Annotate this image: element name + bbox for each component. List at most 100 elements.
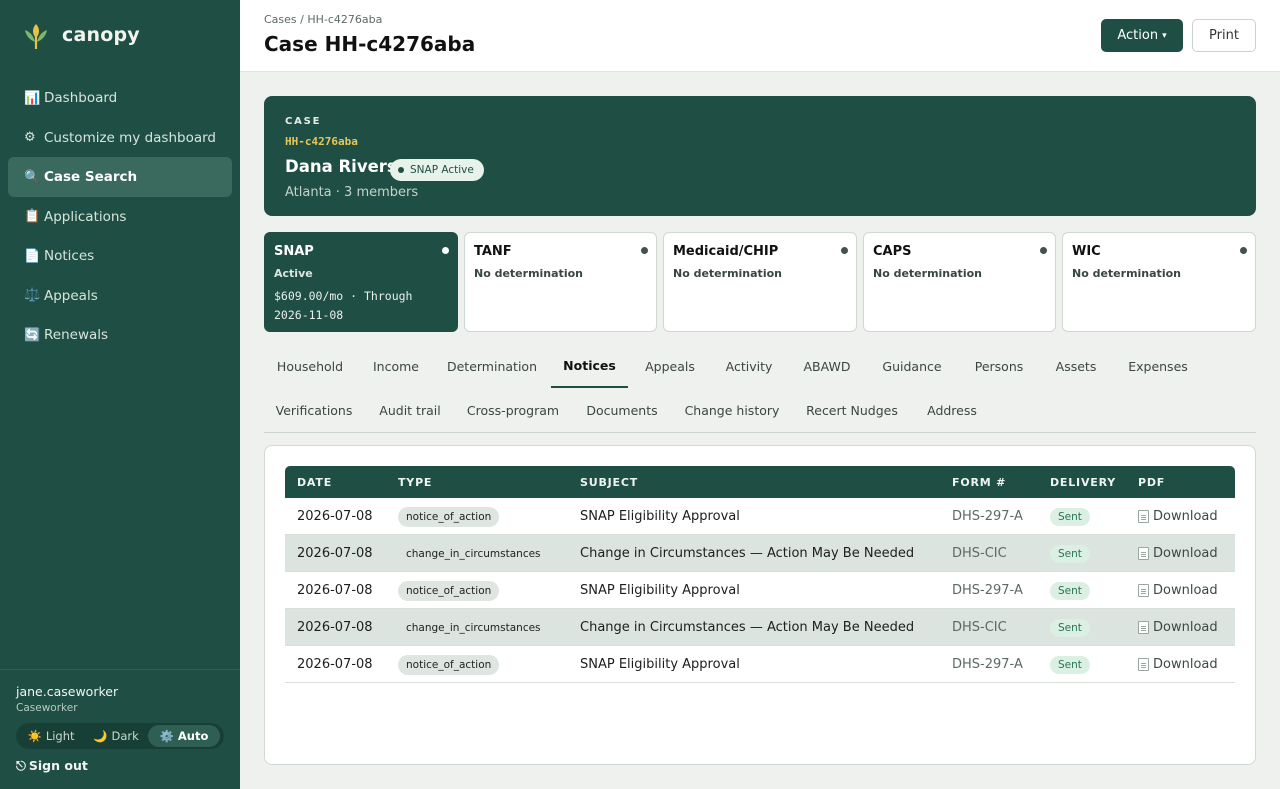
sidebar-item-customize-dashboard[interactable]: ⚙ Customize my dashboard bbox=[8, 118, 232, 158]
tab-change-history[interactable]: Change history bbox=[674, 388, 790, 432]
gear-icon: ⚙️ bbox=[159, 729, 174, 743]
status-dot-icon bbox=[1040, 247, 1047, 254]
tab-income[interactable]: Income bbox=[356, 344, 436, 388]
case-tabs: Household Income Determination Notices A… bbox=[264, 344, 1256, 433]
sidebar-item-label: Appeals bbox=[44, 287, 98, 304]
tab-recert-nudges[interactable]: Recert Nudges bbox=[790, 388, 914, 432]
tab-notices[interactable]: Notices bbox=[551, 344, 628, 388]
sidebar-item-appeals[interactable]: ⚖️ Appeals bbox=[8, 276, 232, 316]
action-button-label: Action bbox=[1117, 28, 1159, 43]
sun-icon: ☀️ bbox=[27, 729, 42, 743]
tab-documents[interactable]: Documents bbox=[570, 388, 674, 432]
tab-persons[interactable]: Persons bbox=[958, 344, 1040, 388]
tab-audit-trail[interactable]: Audit trail bbox=[364, 388, 456, 432]
delivery-status-badge: Sent bbox=[1050, 656, 1090, 674]
tab-determination[interactable]: Determination bbox=[436, 344, 548, 388]
program-status: No determination bbox=[1072, 267, 1181, 280]
page-title: Case HH-c4276aba bbox=[264, 32, 476, 56]
theme-auto-label: Auto bbox=[177, 729, 209, 743]
sidebar-item-applications[interactable]: 📋 Applications bbox=[8, 197, 232, 237]
sidebar-divider bbox=[0, 669, 240, 670]
tab-address[interactable]: Address bbox=[914, 388, 990, 432]
program-cards: SNAP Active $609.00/mo · Through 2026-11… bbox=[264, 232, 1256, 332]
notice-date: 2026-07-08 bbox=[297, 620, 373, 635]
document-icon bbox=[1138, 547, 1149, 560]
download-label: Download bbox=[1153, 546, 1218, 561]
sidebar-item-label: Renewals bbox=[44, 327, 109, 343]
tab-expenses[interactable]: Expenses bbox=[1112, 344, 1204, 388]
notice-form-number: DHS-CIC bbox=[952, 546, 1007, 561]
pdf-download-link[interactable]: Download bbox=[1138, 546, 1218, 561]
pdf-download-link[interactable]: Download bbox=[1138, 620, 1218, 635]
table-row[interactable]: 2026-07-08 notice_of_action SNAP Eligibi… bbox=[285, 646, 1235, 683]
program-card-caps[interactable]: CAPS No determination bbox=[863, 232, 1056, 332]
theme-dark-label: Dark bbox=[111, 729, 139, 743]
print-button[interactable]: Print bbox=[1192, 19, 1256, 52]
notices-panel: DATE TYPE SUBJECT FORM # DELIVERY PDF 20… bbox=[264, 445, 1256, 765]
delivery-status-badge: Sent bbox=[1050, 508, 1090, 526]
user-name: jane.caseworker bbox=[16, 684, 119, 699]
table-row[interactable]: 2026-07-08 change_in_circumstances Chang… bbox=[285, 609, 1235, 646]
pdf-download-link[interactable]: Download bbox=[1138, 657, 1218, 672]
column-header-pdf[interactable]: PDF bbox=[1138, 476, 1165, 489]
download-label: Download bbox=[1153, 657, 1218, 672]
sign-out-icon: ⎋ bbox=[16, 758, 26, 773]
program-card-snap[interactable]: SNAP Active $609.00/mo · Through 2026-11… bbox=[264, 232, 458, 332]
moon-icon: 🌙 bbox=[93, 729, 108, 743]
program-card-tanf[interactable]: TANF No determination bbox=[464, 232, 657, 332]
column-header-subject[interactable]: SUBJECT bbox=[580, 476, 638, 489]
status-dot-icon bbox=[398, 167, 404, 173]
document-icon bbox=[1138, 584, 1149, 597]
sidebar-item-renewals[interactable]: 🔄 Renewals bbox=[8, 315, 232, 355]
delivery-status-badge: Sent bbox=[1050, 545, 1090, 563]
tab-appeals[interactable]: Appeals bbox=[630, 344, 710, 388]
column-header-form[interactable]: FORM # bbox=[952, 476, 1006, 489]
program-card-medicaid-chip[interactable]: Medicaid/CHIP No determination bbox=[663, 232, 857, 332]
download-label: Download bbox=[1153, 620, 1218, 635]
program-card-wic[interactable]: WIC No determination bbox=[1062, 232, 1256, 332]
table-row[interactable]: 2026-07-08 notice_of_action SNAP Eligibi… bbox=[285, 498, 1235, 535]
sidebar-item-notices[interactable]: 📄 Notices bbox=[8, 236, 232, 276]
sidebar-item-case-search[interactable]: 🔍 Case Search bbox=[8, 157, 232, 197]
table-header: DATE TYPE SUBJECT FORM # DELIVERY PDF bbox=[285, 466, 1235, 498]
theme-auto-option[interactable]: ⚙️ Auto bbox=[148, 725, 220, 747]
case-summary-card: CASE HH-c4276aba Dana Rivers SNAP Active… bbox=[264, 96, 1256, 216]
notice-type-pill: notice_of_action bbox=[398, 507, 500, 527]
brand[interactable]: canopy bbox=[22, 20, 140, 50]
sidebar-item-label: Applications bbox=[44, 208, 127, 225]
sidebar: canopy 📊 Dashboard ⚙ Customize my dashbo… bbox=[0, 0, 240, 789]
theme-light-option[interactable]: ☀️ Light bbox=[18, 725, 84, 747]
notice-subject: SNAP Eligibility Approval bbox=[580, 509, 740, 524]
pdf-download-link[interactable]: Download bbox=[1138, 509, 1218, 524]
tab-verifications[interactable]: Verifications bbox=[264, 388, 364, 432]
tab-abawd[interactable]: ABAWD bbox=[788, 344, 866, 388]
table-row[interactable]: 2026-07-08 notice_of_action SNAP Eligibi… bbox=[285, 572, 1235, 609]
sidebar-item-label: Dashboard bbox=[44, 90, 118, 106]
tab-guidance[interactable]: Guidance bbox=[866, 344, 958, 388]
tab-assets[interactable]: Assets bbox=[1040, 344, 1112, 388]
notice-type-pill: notice_of_action bbox=[398, 655, 500, 675]
breadcrumb[interactable]: Cases / HH-c4276aba bbox=[264, 13, 382, 26]
tab-activity[interactable]: Activity bbox=[710, 344, 788, 388]
sidebar-item-label: Customize my dashboard bbox=[44, 129, 216, 146]
case-person-name: Dana Rivers bbox=[285, 157, 397, 176]
column-header-delivery[interactable]: DELIVERY bbox=[1050, 476, 1116, 489]
table-row[interactable]: 2026-07-08 change_in_circumstances Chang… bbox=[285, 535, 1235, 572]
program-status: No determination bbox=[673, 267, 782, 280]
tab-household[interactable]: Household bbox=[264, 344, 356, 388]
sign-out-link[interactable]: ⎋ Sign out bbox=[16, 758, 88, 774]
action-button[interactable]: Action ▾ bbox=[1101, 19, 1183, 52]
theme-dark-option[interactable]: 🌙 Dark bbox=[84, 725, 148, 747]
sidebar-item-label: Notices bbox=[44, 248, 95, 264]
column-header-type[interactable]: TYPE bbox=[398, 476, 432, 489]
pdf-download-link[interactable]: Download bbox=[1138, 583, 1218, 598]
program-name: WIC bbox=[1072, 244, 1101, 259]
notice-form-number: DHS-297-A bbox=[952, 657, 1023, 672]
sidebar-item-dashboard[interactable]: 📊 Dashboard bbox=[8, 78, 232, 118]
delivery-status-badge: Sent bbox=[1050, 619, 1090, 637]
user-role: Caseworker bbox=[16, 702, 78, 714]
program-name: SNAP bbox=[274, 244, 314, 259]
tab-cross-program[interactable]: Cross-program bbox=[456, 388, 570, 432]
theme-toggle: ☀️ Light 🌙 Dark ⚙️ Auto bbox=[16, 723, 224, 749]
column-header-date[interactable]: DATE bbox=[297, 476, 332, 489]
